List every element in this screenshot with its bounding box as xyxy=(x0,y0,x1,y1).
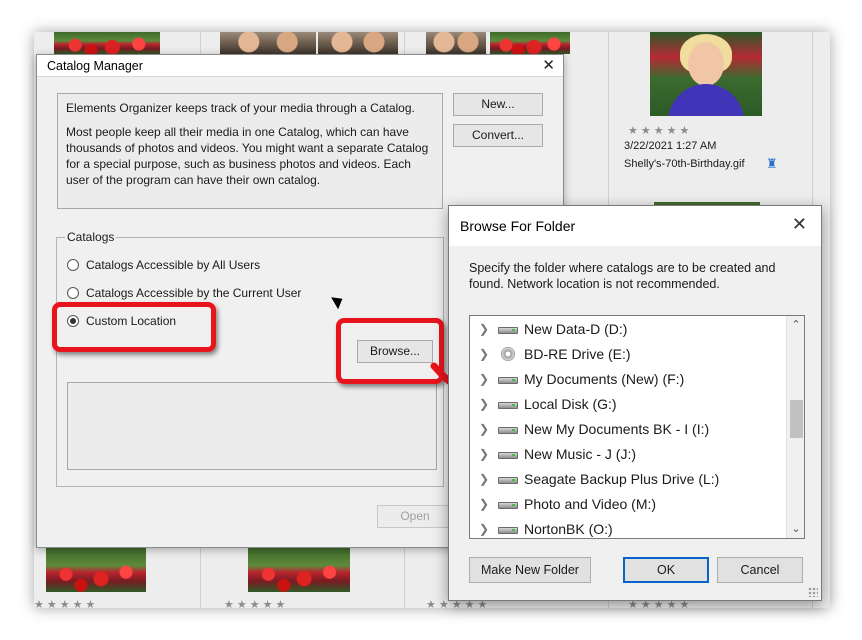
tree-item-drive[interactable]: ❯ Photo and Video (M:) xyxy=(470,491,780,516)
new-catalog-button[interactable]: New... xyxy=(453,93,543,116)
tree-item-drive[interactable]: ❯ Local Disk (G:) xyxy=(470,391,780,416)
catalogs-legend: Catalogs xyxy=(65,230,117,244)
chevron-right-icon[interactable]: ❯ xyxy=(470,497,498,511)
close-icon[interactable]: ✕ xyxy=(542,56,555,74)
drive-label: My Documents (New) (F:) xyxy=(524,370,685,387)
hard-drive-icon xyxy=(498,476,518,484)
close-icon[interactable]: ✕ xyxy=(792,214,807,235)
thumbnail-portrait[interactable] xyxy=(650,32,762,116)
highlight-callout-custom-location xyxy=(52,302,216,352)
photo-date: 3/22/2021 1:27 AM xyxy=(624,140,717,152)
rating-stars[interactable]: ★★★★★ xyxy=(224,598,288,608)
tree-item-drive[interactable]: ❯ Seagate Backup Plus Drive (L:) xyxy=(470,466,780,491)
chevron-up-icon[interactable]: ⌃ xyxy=(787,316,804,334)
chevron-right-icon[interactable]: ❯ xyxy=(470,397,498,411)
portrait-body xyxy=(668,84,744,116)
tree-item-drive[interactable]: ❯ New Music - J (J:) xyxy=(470,441,780,466)
drive-label: NortonBK (O:) xyxy=(524,520,613,537)
chevron-right-icon[interactable]: ❯ xyxy=(470,347,498,361)
drive-label: Seagate Backup Plus Drive (L:) xyxy=(524,470,720,487)
radio-current-user[interactable]: Catalogs Accessible by the Current User xyxy=(67,285,301,301)
browse-instructions: Specify the folder where catalogs are to… xyxy=(469,261,776,291)
hard-drive-icon xyxy=(498,501,518,509)
catalog-list-box[interactable] xyxy=(67,382,437,470)
ok-button[interactable]: OK xyxy=(623,557,709,583)
hard-drive-icon xyxy=(498,526,518,534)
chevron-right-icon[interactable]: ❯ xyxy=(470,472,498,486)
vertical-scrollbar[interactable]: ⌃ ⌄ xyxy=(786,316,804,538)
tree-item-drive[interactable]: ❯ My Documents (New) (F:) xyxy=(470,366,780,391)
cancel-button[interactable]: Cancel xyxy=(717,557,803,583)
chevron-down-icon[interactable]: ⌄ xyxy=(787,520,804,538)
optical-drive-icon xyxy=(501,346,515,361)
thumbnail-image[interactable] xyxy=(318,32,398,54)
portrait-face xyxy=(688,42,724,86)
hard-drive-icon xyxy=(498,326,518,334)
hard-drive-icon xyxy=(498,426,518,434)
catalog-description: Elements Organizer keeps track of your m… xyxy=(57,93,443,209)
drive-label: New Data-D (D:) xyxy=(524,320,628,337)
thumbnail-image[interactable] xyxy=(426,32,486,54)
chevron-right-icon[interactable]: ❯ xyxy=(470,522,498,536)
browse-titlebar[interactable]: Browse For Folder ✕ xyxy=(449,206,821,246)
photo-filename: Shelly's-70th-Birthday.gif xyxy=(624,158,745,170)
catalog-manager-titlebar[interactable]: Catalog Manager ✕ xyxy=(37,55,563,77)
scrollbar-thumb[interactable] xyxy=(790,400,803,438)
drive-label: Photo and Video (M:) xyxy=(524,495,657,512)
drive-label: BD-RE Drive (E:) xyxy=(524,345,631,362)
description-paragraph: Most people keep all their media in one … xyxy=(66,125,429,187)
open-button[interactable]: Open xyxy=(377,505,453,528)
chevron-right-icon[interactable]: ❯ xyxy=(470,372,498,386)
tree-item-drive[interactable]: ❯ NortonBK (O:) xyxy=(470,516,780,538)
radio-label: Catalogs Accessible by All Users xyxy=(86,258,261,272)
browse-for-folder-dialog: Browse For Folder ✕ Specify the folder w… xyxy=(448,205,822,601)
make-new-folder-button[interactable]: Make New Folder xyxy=(469,557,591,583)
rating-stars[interactable]: ★★★★★ xyxy=(628,124,692,137)
dialog-title: Browse For Folder xyxy=(460,218,576,234)
radio-button[interactable] xyxy=(67,259,79,271)
drive-label: New Music - J (J:) xyxy=(524,445,636,462)
tree-item-drive[interactable]: ❯ New Data-D (D:) xyxy=(470,316,780,341)
rating-stars[interactable]: ★★★★★ xyxy=(34,598,98,608)
chevron-right-icon[interactable]: ❯ xyxy=(470,322,498,336)
chevron-right-icon[interactable]: ❯ xyxy=(470,447,498,461)
hard-drive-icon xyxy=(498,451,518,459)
chevron-right-icon[interactable]: ❯ xyxy=(470,422,498,436)
drive-label: New My Documents BK - I (I:) xyxy=(524,420,710,437)
hard-drive-icon xyxy=(498,376,518,384)
tree-item-drive[interactable]: ❯ New My Documents BK - I (I:) xyxy=(470,416,780,441)
dialog-title: Catalog Manager xyxy=(47,59,143,73)
thumbnail-image[interactable] xyxy=(54,32,160,54)
people-tag-icon[interactable]: ♜ xyxy=(766,156,778,172)
convert-catalog-button[interactable]: Convert... xyxy=(453,124,543,147)
highlight-callout-browse xyxy=(336,318,444,384)
tree-item-drive[interactable]: ❯ BD-RE Drive (E:) xyxy=(470,341,780,366)
hard-drive-icon xyxy=(498,401,518,409)
thumbnail-image[interactable] xyxy=(248,548,350,592)
drive-label: Local Disk (G:) xyxy=(524,395,617,412)
radio-label: Catalogs Accessible by the Current User xyxy=(86,286,302,300)
folder-tree[interactable]: ❯ New Data-D (D:) ❯ BD-RE Drive (E:) ❯ M… xyxy=(469,315,805,539)
radio-button[interactable] xyxy=(67,287,79,299)
thumbnail-image[interactable] xyxy=(220,32,316,54)
resize-grip-icon[interactable] xyxy=(808,587,818,597)
description-paragraph: Elements Organizer keeps track of your m… xyxy=(66,101,415,115)
thumbnail-image[interactable] xyxy=(490,32,570,54)
radio-all-users[interactable]: Catalogs Accessible by All Users xyxy=(67,257,260,273)
thumbnail-image[interactable] xyxy=(46,548,146,592)
